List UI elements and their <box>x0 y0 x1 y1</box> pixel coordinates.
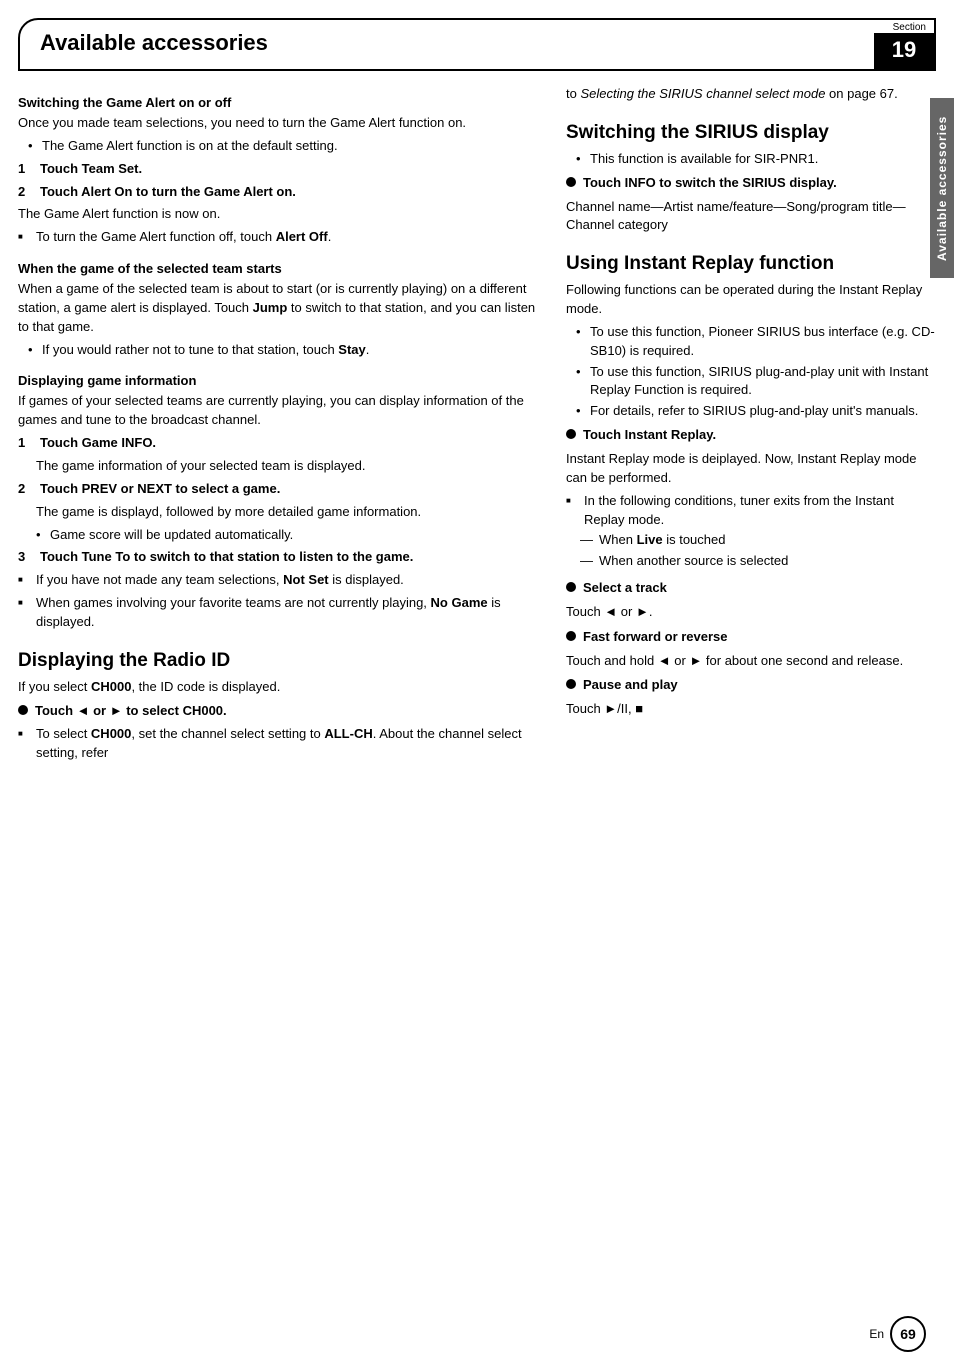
radio-id-bullet: Touch ◄ or ► to select CH000. <box>18 702 536 721</box>
step2-detail: The Game Alert function is now on. <box>18 205 536 224</box>
instant-replay-bullets: To use this function, Pioneer SIRIUS bus… <box>576 323 936 421</box>
page-header: Available accessories Section 19 <box>18 18 936 71</box>
when-game-starts-section: When the game of the selected team start… <box>18 261 536 359</box>
left-column: Switching the Game Alert on or off Once … <box>18 81 556 765</box>
section-box: Section 19 <box>854 20 934 69</box>
list-item: This function is available for SIR-PNR1. <box>576 150 936 169</box>
game-info-step2-bullets: Game score will be updated automatically… <box>36 526 536 545</box>
section-label: Section <box>893 20 934 33</box>
list-item: To use this function, SIRIUS plug-and-pl… <box>576 363 936 401</box>
bullet-circle-icon <box>566 679 576 689</box>
instant-replay-when-source: — When another source is selected <box>580 552 936 571</box>
game-info-step2-detail: The game is displayd, followed by more d… <box>36 503 536 522</box>
select-track-bullet: Select a track <box>566 579 936 598</box>
game-info-step-1: 1 Touch Game INFO. <box>18 434 536 453</box>
select-track-detail: Touch ◄ or ►. <box>566 603 936 622</box>
sirius-touch-bullet: Touch INFO to switch the SIRIUS display. <box>566 174 936 193</box>
game-info-step1-detail: The game information of your selected te… <box>36 457 536 476</box>
when-game-starts-para: When a game of the selected team is abou… <box>18 280 536 337</box>
switching-sirius-bullets: This function is available for SIR-PNR1. <box>576 150 936 169</box>
fast-forward-bullet: Fast forward or reverse <box>566 628 936 647</box>
instant-replay-heading: Using Instant Replay function <box>566 253 936 275</box>
page-title: Available accessories <box>20 20 854 69</box>
list-item: Game score will be updated automatically… <box>36 526 536 545</box>
instant-replay-sub1: ■ In the following conditions, tuner exi… <box>566 492 936 530</box>
sidebar-label: Available accessories <box>930 98 954 278</box>
language-label: En <box>869 1327 884 1341</box>
page-footer: En 69 <box>869 1316 926 1352</box>
step-2: 2 Touch Alert On to turn the Game Alert … <box>18 183 536 202</box>
game-info-step-3: 3 Touch Tune To to switch to that statio… <box>18 548 536 567</box>
switching-game-alert-bullets: The Game Alert function is on at the def… <box>28 137 536 156</box>
instant-replay-section: Using Instant Replay function Following … <box>566 253 936 719</box>
displaying-game-info-para: If games of your selected teams are curr… <box>18 392 536 430</box>
displaying-radio-id-section: Displaying the Radio ID If you select CH… <box>18 650 536 763</box>
game-info-step-2: 2 Touch PREV or NEXT to select a game. <box>18 480 536 499</box>
list-item: The Game Alert function is on at the def… <box>28 137 536 156</box>
right-intro-ref: to Selecting the SIRIUS channel select m… <box>566 85 936 104</box>
radio-id-sub: ■ To select CH000, set the channel selec… <box>18 725 536 763</box>
list-item: To use this function, Pioneer SIRIUS bus… <box>576 323 936 361</box>
when-game-starts-heading: When the game of the selected team start… <box>18 261 536 276</box>
list-item: If you would rather not to tune to that … <box>28 341 536 360</box>
list-item: For details, refer to SIRIUS plug-and-pl… <box>576 402 936 421</box>
step3-detail2: ■ When games involving your favorite tea… <box>18 594 536 632</box>
switching-game-alert-intro: Once you made team selections, you need … <box>18 114 536 133</box>
bullet-circle-icon <box>566 177 576 187</box>
page-number: 69 <box>890 1316 926 1352</box>
instant-replay-when-live: — When Live is touched <box>580 531 936 550</box>
touch-instant-replay-bullet: Touch Instant Replay. <box>566 426 936 445</box>
displaying-game-info-heading: Displaying game information <box>18 373 536 388</box>
bullet-circle-icon <box>566 631 576 641</box>
fast-forward-detail: Touch and hold ◄ or ► for about one seco… <box>566 652 936 671</box>
step3-detail1: ■ If you have not made any team selectio… <box>18 571 536 590</box>
pause-play-bullet: Pause and play <box>566 676 936 695</box>
sirius-channel-info: Channel name—Artist name/feature—Song/pr… <box>566 198 936 236</box>
when-game-starts-bullets: If you would rather not to tune to that … <box>28 341 536 360</box>
bullet-circle-icon <box>18 705 28 715</box>
displaying-radio-id-heading: Displaying the Radio ID <box>18 650 536 672</box>
switching-game-alert-heading: Switching the Game Alert on or off <box>18 95 536 110</box>
step2-sub: ■ To turn the Game Alert function off, t… <box>18 228 536 247</box>
instant-replay-detail: Instant Replay mode is deiplayed. Now, I… <box>566 450 936 488</box>
displaying-game-info-section: Displaying game information If games of … <box>18 373 536 631</box>
switching-game-alert-section: Switching the Game Alert on or off Once … <box>18 95 536 247</box>
bullet-circle-icon <box>566 429 576 439</box>
right-column: to Selecting the SIRIUS channel select m… <box>556 81 936 765</box>
section-number: 19 <box>874 33 934 69</box>
switching-sirius-section: Switching the SIRIUS display This functi… <box>566 122 936 235</box>
bullet-circle-icon <box>566 582 576 592</box>
switching-sirius-heading: Switching the SIRIUS display <box>566 122 936 144</box>
pause-play-detail: Touch ►/II, ■ <box>566 700 936 719</box>
instant-replay-intro: Following functions can be operated duri… <box>566 281 936 319</box>
displaying-radio-id-para: If you select CH000, the ID code is disp… <box>18 678 536 697</box>
step-1: 1 Touch Team Set. <box>18 160 536 179</box>
main-content: Switching the Game Alert on or off Once … <box>0 81 954 765</box>
